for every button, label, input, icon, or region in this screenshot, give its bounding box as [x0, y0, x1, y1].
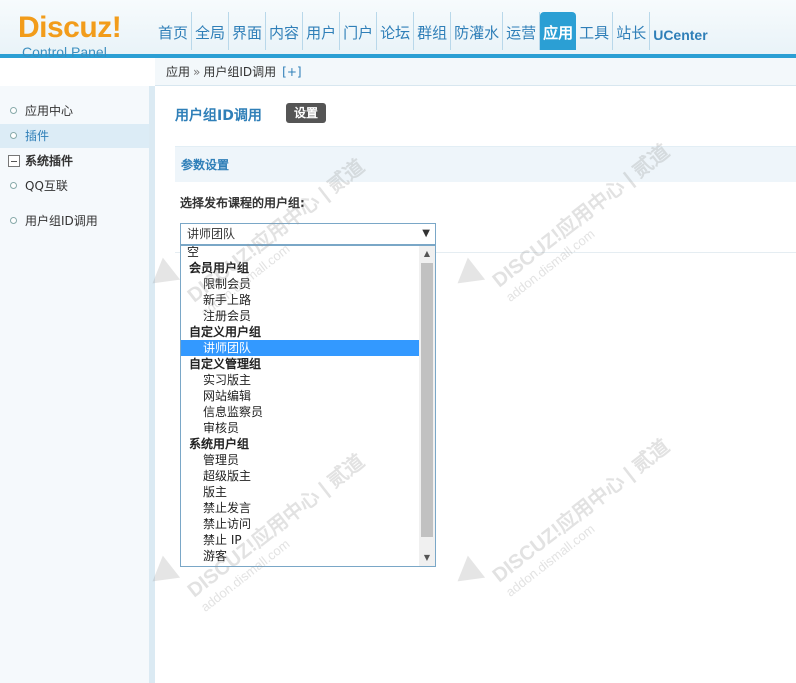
nav-user[interactable]: 用户: [303, 12, 341, 50]
usergroup-dropdown-list: 空会员用户组 限制会员 新手上路 注册会员 自定义用户组 讲师团队 自定义管理组 实习版主 网站…: [180, 245, 436, 567]
scroll-down-icon[interactable]: ▼: [419, 550, 435, 566]
option-group-label: 自定义管理组: [189, 357, 262, 371]
select-option[interactable]: 新手上路: [181, 292, 419, 308]
nav-antispam[interactable]: 防灌水: [451, 12, 504, 50]
nav-ucenter[interactable]: UCenter: [650, 12, 710, 50]
nav-content[interactable]: 内容: [266, 12, 304, 50]
sidebar-item-qq-connect[interactable]: QQ互联: [0, 174, 149, 198]
select-option[interactable]: 信息监察员: [181, 404, 419, 420]
usergroup-field-label: 选择发布课程的用户组:: [180, 196, 305, 210]
nav-tools[interactable]: 工具: [576, 12, 614, 50]
scrollbar-thumb[interactable]: [421, 263, 433, 537]
sidebar-item-label: 应用中心: [25, 104, 74, 118]
nav-home[interactable]: 首页: [155, 12, 193, 50]
add-shortcut-button[interactable]: [+]: [282, 65, 301, 79]
collapse-icon[interactable]: [8, 155, 20, 167]
bullet-icon: [10, 217, 17, 224]
option-group-label: 自定义用户组: [189, 325, 262, 339]
nav-apps[interactable]: 应用: [540, 12, 577, 50]
sidebar-item-label: 插件: [25, 129, 50, 143]
section-header: 参数设置: [175, 146, 796, 182]
select-option[interactable]: 讲师团队: [181, 340, 419, 356]
option-group-label: 会员用户组: [189, 261, 250, 275]
nav-group[interactable]: 群组: [414, 12, 452, 50]
sidebar-item-label: QQ互联: [25, 179, 68, 193]
logo-brand: Discuz!: [18, 11, 122, 44]
select-option[interactable]: 注册会员: [181, 308, 419, 324]
breadcrumb-separator: »: [193, 65, 201, 79]
sidebar: 应用中心 插件 系统插件 QQ互联 用户组ID调用: [0, 86, 155, 683]
header: Discuz! Control Panel 首页 全局 界面 内容 用户 门户 …: [0, 0, 796, 61]
bullet-icon: [10, 132, 17, 139]
select-option[interactable]: 审核员: [181, 420, 419, 436]
nav-global[interactable]: 全局: [192, 12, 230, 50]
select-option[interactable]: 禁止访问: [181, 516, 419, 532]
sidebar-item-usergroup-id[interactable]: 用户组ID调用: [0, 209, 149, 233]
select-option[interactable]: 网站编辑: [181, 388, 419, 404]
select-option[interactable]: 空: [181, 246, 419, 260]
bullet-icon: [10, 182, 17, 189]
usergroup-select[interactable]: 讲师团队 ▼: [180, 223, 436, 245]
breadcrumb-current: 用户组ID调用: [203, 65, 277, 79]
scrollbar[interactable]: ▲ ▼: [419, 246, 435, 566]
select-option[interactable]: 超级版主: [181, 468, 419, 484]
scroll-up-icon[interactable]: ▲: [419, 246, 435, 262]
top-nav: 首页 全局 界面 内容 用户 门户 论坛 群组 防灌水 运营 应用 工具 站长 …: [155, 12, 711, 50]
select-option[interactable]: 禁止 IP: [181, 532, 419, 548]
bullet-icon: [10, 107, 17, 114]
sidebar-section-system-plugins[interactable]: 系统插件: [0, 150, 149, 172]
settings-button[interactable]: 设置: [286, 103, 327, 123]
logo[interactable]: Discuz! Control Panel: [18, 11, 122, 61]
nav-portal[interactable]: 门户: [340, 12, 378, 50]
select-option[interactable]: 禁止发言: [181, 500, 419, 516]
breadcrumb: 应用» 用户组ID调用 [+]: [155, 58, 796, 86]
nav-forum[interactable]: 论坛: [377, 12, 415, 50]
nav-style[interactable]: 界面: [229, 12, 267, 50]
select-option[interactable]: 实习版主: [181, 372, 419, 388]
sidebar-item-label: 用户组ID调用: [25, 214, 98, 228]
sidebar-section-label: 系统插件: [25, 154, 74, 168]
option-group-label: 系统用户组: [189, 437, 250, 451]
main-content: 用户组ID调用 设置 参数设置 选择发布课程的用户组: 讲师团队 ▼ 空会员用户…: [161, 86, 796, 683]
breadcrumb-root[interactable]: 应用: [166, 65, 190, 79]
sidebar-item-plugins[interactable]: 插件: [0, 124, 149, 148]
page-title: 用户组ID调用: [175, 108, 262, 124]
select-option[interactable]: 限制会员: [181, 276, 419, 292]
nav-founder[interactable]: 站长: [613, 12, 651, 50]
dropdown-arrow-icon[interactable]: ▼: [422, 224, 430, 244]
sidebar-item-app-center[interactable]: 应用中心: [0, 99, 149, 123]
select-option[interactable]: 游客: [181, 548, 419, 564]
select-value: 讲师团队: [187, 227, 236, 241]
nav-operation[interactable]: 运营: [503, 12, 541, 50]
logo-subtitle: Control Panel: [22, 44, 107, 60]
select-option[interactable]: 管理员: [181, 452, 419, 468]
select-option[interactable]: 版主: [181, 484, 419, 500]
